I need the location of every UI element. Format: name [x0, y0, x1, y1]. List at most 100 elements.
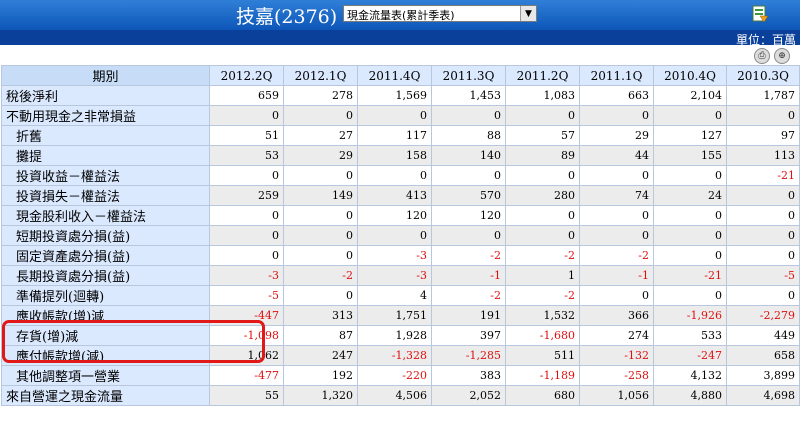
table-row: 投資損失－權益法 259 149 413 570 280 74 24 0 — [1, 185, 800, 206]
value-cell: 29 — [283, 145, 358, 166]
value-cell: 0 — [431, 225, 506, 246]
value-cell: 117 — [357, 125, 432, 146]
value-cell: 0 — [209, 205, 284, 226]
value-cell: 0 — [653, 225, 727, 246]
value-cell: 0 — [579, 205, 654, 226]
value-cell: 87 — [283, 325, 358, 346]
value-cell: 1,751 — [357, 305, 432, 326]
zoom-icon[interactable]: ⊕ — [774, 48, 790, 64]
value-cell: 366 — [579, 305, 654, 326]
value-cell: -1,189 — [505, 365, 580, 386]
value-cell: 0 — [579, 105, 654, 126]
value-cell: 55 — [209, 385, 284, 406]
row-label: 其他調整項一營業 — [1, 365, 210, 386]
value-cell: 0 — [283, 165, 358, 186]
value-cell: 4,132 — [653, 365, 727, 386]
row-label: 存貨(增)減 — [1, 325, 210, 346]
value-cell: 0 — [579, 165, 654, 186]
table-row: 應收帳款(增)減 -447 313 1,751 191 1,532 366 -1,926 -2,… — [1, 305, 800, 326]
value-cell: 0 — [726, 105, 800, 126]
value-cell: 53 — [209, 145, 284, 166]
row-label: 固定資產處分損(益) — [1, 245, 210, 266]
value-cell: 0 — [653, 245, 727, 266]
period-header: 2011.2Q — [505, 65, 580, 86]
value-cell: 659 — [209, 85, 284, 106]
value-cell: 0 — [209, 225, 284, 246]
row-label: 準備提列(迴轉) — [1, 285, 210, 306]
value-cell: 0 — [209, 165, 284, 186]
value-cell: -3 — [357, 265, 432, 286]
value-cell: 0 — [209, 245, 284, 266]
period-header: 2010.3Q — [726, 65, 800, 86]
value-cell: 155 — [653, 145, 727, 166]
value-cell: 0 — [579, 225, 654, 246]
value-cell: 383 — [431, 365, 506, 386]
value-cell: 0 — [357, 165, 432, 186]
value-cell: -1,285 — [431, 345, 506, 366]
toolbar: ⎙ ⊕ — [0, 45, 800, 65]
value-cell: 192 — [283, 365, 358, 386]
value-cell: -5 — [209, 285, 284, 306]
row-label: 短期投資處分損(益) — [1, 225, 210, 246]
report-type-select[interactable]: 現金流量表(累計季表) ▼ — [343, 5, 537, 22]
value-cell: 413 — [357, 185, 432, 206]
table-row: 長期投資處分損(益) -3 -2 -3 -1 1 -1 -21 -5 — [1, 265, 800, 286]
value-cell: 127 — [653, 125, 727, 146]
value-cell: 0 — [726, 225, 800, 246]
value-cell: -1,328 — [357, 345, 432, 366]
value-cell: -21 — [653, 265, 727, 286]
value-cell: -2 — [431, 245, 506, 266]
row-label: 應收帳款(增)減 — [1, 305, 210, 326]
value-cell: -220 — [357, 365, 432, 386]
value-cell: 570 — [431, 185, 506, 206]
value-cell: 511 — [505, 345, 580, 366]
table-row: 短期投資處分損(益) 0 0 0 0 0 0 0 0 — [1, 225, 800, 246]
value-cell: 0 — [505, 165, 580, 186]
value-cell: 1,928 — [357, 325, 432, 346]
row-label: 不動用現金之非常損益 — [1, 105, 210, 126]
value-cell: 74 — [579, 185, 654, 206]
page-title: 技嘉(2376) — [236, 6, 338, 28]
table-row: 其他調整項一營業 -477 192 -220 383 -1,189 -258 4,132 3,8… — [1, 365, 800, 386]
value-cell: 120 — [357, 205, 432, 226]
value-cell: 313 — [283, 305, 358, 326]
value-cell: 1,062 — [209, 345, 284, 366]
value-cell: 278 — [283, 85, 358, 106]
table-header-row: 期別 2012.2Q 2012.1Q 2011.4Q 2011.3Q 2011.… — [1, 65, 800, 86]
value-cell: 0 — [653, 205, 727, 226]
value-cell: -477 — [209, 365, 284, 386]
value-cell: 4,698 — [726, 385, 800, 406]
value-cell: -1,098 — [209, 325, 284, 346]
value-cell: 680 — [505, 385, 580, 406]
value-cell: 1,056 — [579, 385, 654, 406]
period-column-header: 期別 — [1, 65, 210, 86]
value-cell: -5 — [726, 265, 800, 286]
unit-bar: 單位：百萬 — [0, 30, 800, 47]
period-header: 2011.4Q — [357, 65, 432, 86]
table-row: 現金股利收入－權益法 0 0 120 120 0 0 0 0 — [1, 205, 800, 226]
period-header: 2012.1Q — [283, 65, 358, 86]
row-label: 長期投資處分損(益) — [1, 265, 210, 286]
row-label: 現金股利收入－權益法 — [1, 205, 210, 226]
value-cell: 0 — [726, 205, 800, 226]
table-row: 稅後淨利 659 278 1,569 1,453 1,083 663 2,104 1,787 — [1, 85, 800, 106]
value-cell: 0 — [431, 105, 506, 126]
excel-export-icon[interactable] — [750, 4, 770, 24]
value-cell: 1,569 — [357, 85, 432, 106]
value-cell: -1 — [431, 265, 506, 286]
value-cell: 397 — [431, 325, 506, 346]
value-cell: 4,506 — [357, 385, 432, 406]
value-cell: 149 — [283, 185, 358, 206]
chevron-down-icon[interactable]: ▼ — [520, 6, 536, 21]
value-cell: -258 — [579, 365, 654, 386]
print-icon[interactable]: ⎙ — [754, 48, 770, 64]
row-label: 來自營運之現金流量 — [1, 385, 210, 406]
value-cell: 1,320 — [283, 385, 358, 406]
value-cell: -1,926 — [653, 305, 727, 326]
row-label: 投資收益－權益法 — [1, 165, 210, 186]
value-cell: 0 — [579, 285, 654, 306]
value-cell: 0 — [357, 225, 432, 246]
value-cell: 259 — [209, 185, 284, 206]
value-cell: 658 — [726, 345, 800, 366]
value-cell: -3 — [357, 245, 432, 266]
